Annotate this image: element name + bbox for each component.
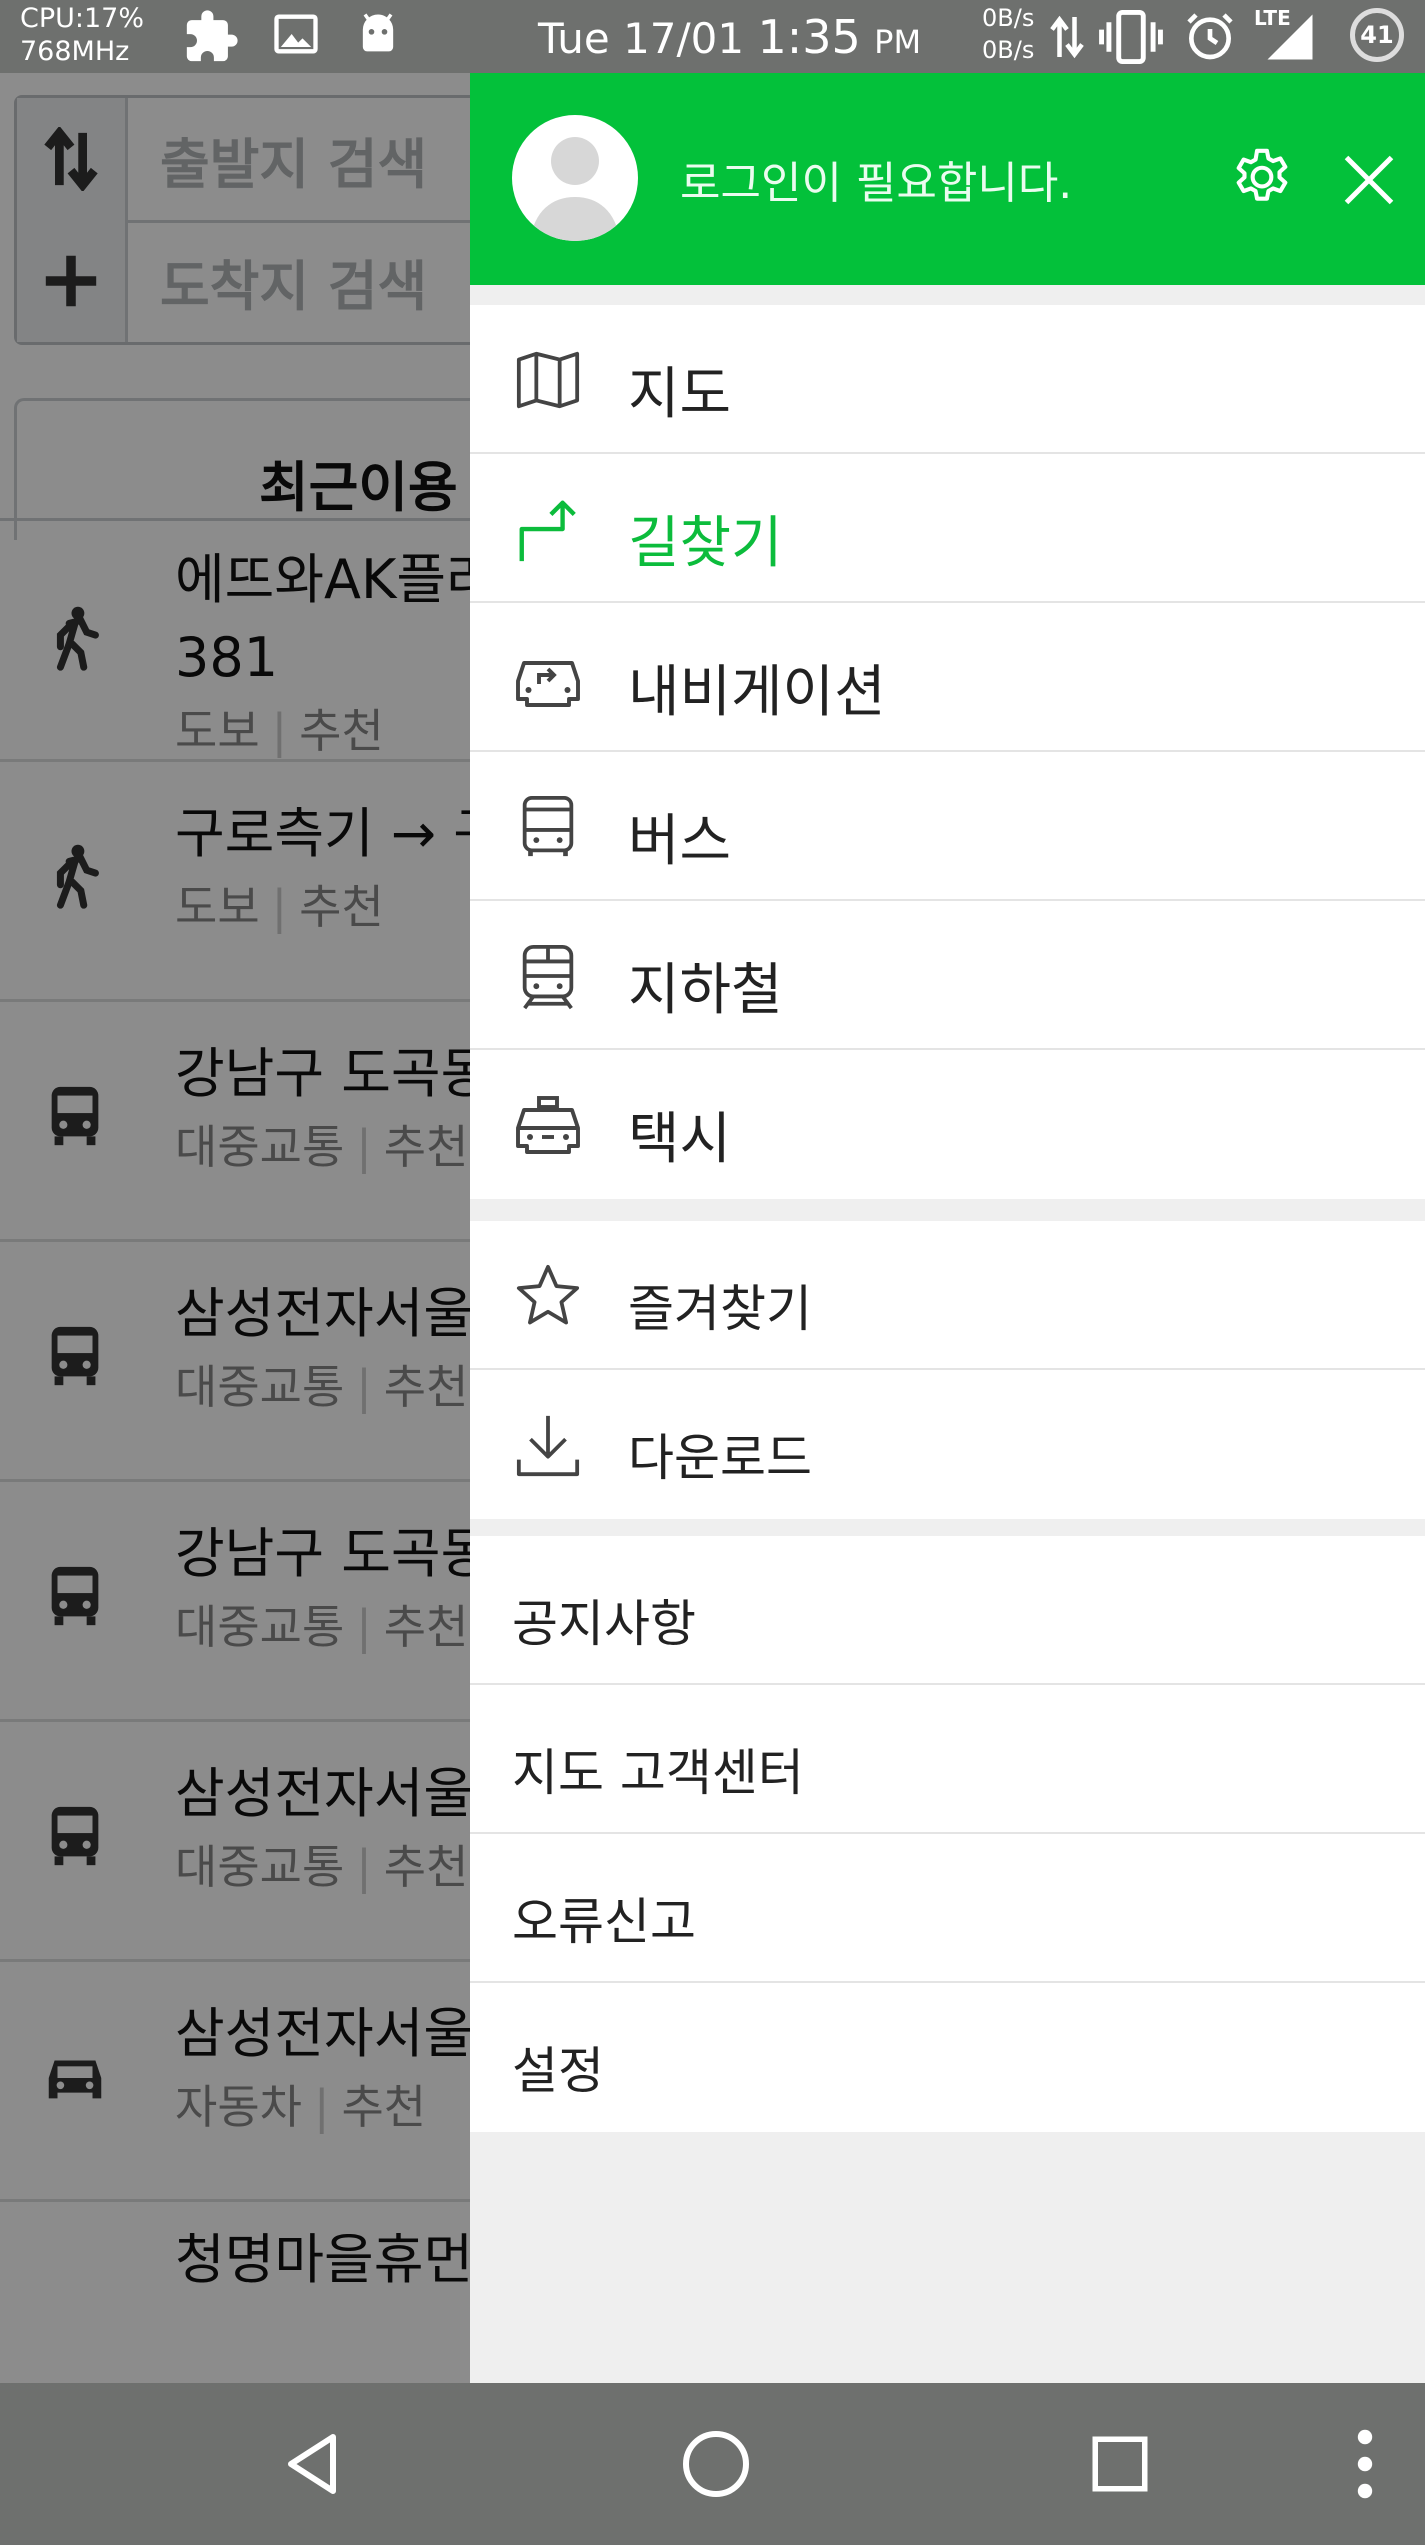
cpu-frequency: 768MHz: [20, 36, 130, 67]
directions-icon: [519, 500, 576, 562]
network-speed: 0B/s 0B/s: [982, 4, 1035, 64]
cpu-usage: CPU:17%: [20, 3, 145, 34]
android-icon: [362, 13, 394, 52]
avatar[interactable]: [512, 115, 638, 241]
subway-icon: [522, 944, 574, 1010]
data-transfer-icon: [1050, 15, 1084, 59]
bus-icon: [522, 795, 574, 857]
menu-item-customer-center[interactable]: 지도 고객센터: [470, 1685, 1425, 1834]
drawer-scrim[interactable]: [0, 73, 470, 2383]
home-circle-icon: [683, 2431, 749, 2497]
menu-secondary: 즐겨찾기 다운로드: [470, 1221, 1425, 1519]
alarm-icon: [1187, 13, 1233, 60]
menu-item-bus[interactable]: 버스: [470, 752, 1425, 901]
menu-item-navigation[interactable]: 내비게이션: [470, 603, 1425, 752]
navigation-drawer: 로그인이 필요합니다. 지도 길찾기 내비게이션 버스 지하철 택시 즐겨찾기 …: [470, 73, 1425, 2383]
menu-item-notice[interactable]: 공지사항: [470, 1536, 1425, 1685]
menu-item-settings[interactable]: 설정: [470, 1983, 1425, 2132]
menu-support: 공지사항 지도 고객센터 오류신고 설정: [470, 1536, 1425, 2132]
menu-item-favorites[interactable]: 즐겨찾기: [470, 1221, 1425, 1370]
overflow-menu-button[interactable]: [1320, 2418, 1410, 2510]
home-button[interactable]: [670, 2418, 762, 2510]
menu-item-directions[interactable]: 길찾기: [470, 454, 1425, 603]
cpu-monitor: CPU:17% 768MHz: [20, 2, 144, 68]
more-vertical-icon: [1357, 2429, 1373, 2499]
close-button[interactable]: [1332, 143, 1406, 217]
menu-item-subway[interactable]: 지하철: [470, 901, 1425, 1050]
menu-item-map[interactable]: 지도: [470, 305, 1425, 454]
vibrate-icon: [1099, 10, 1163, 64]
close-icon: [1344, 155, 1394, 205]
clock: Tue 17/01 1:35 PM: [538, 10, 922, 64]
download-icon: [516, 1415, 580, 1477]
taxi-icon: [516, 1096, 580, 1154]
back-triangle-icon: [288, 2434, 336, 2494]
settings-button[interactable]: [1225, 143, 1299, 217]
signal-icon: [1267, 14, 1313, 60]
navigation-car-icon: [516, 661, 580, 707]
menu-item-report-error[interactable]: 오류신고: [470, 1834, 1425, 1983]
login-prompt[interactable]: 로그인이 필요합니다.: [680, 147, 1072, 211]
default-avatar-icon: [530, 137, 620, 241]
drawer-header: 로그인이 필요합니다.: [470, 73, 1425, 285]
back-button[interactable]: [266, 2418, 358, 2510]
status-bar: CPU:17% 768MHz Tue 17/01 1:35 PM 0B/s 0B…: [0, 0, 1425, 73]
star-icon: [516, 1264, 580, 1325]
menu-item-download[interactable]: 다운로드: [470, 1370, 1425, 1519]
recents-square-icon: [1092, 2436, 1148, 2492]
recents-button[interactable]: [1074, 2418, 1166, 2510]
menu-main: 지도 길찾기 내비게이션 버스 지하철 택시: [470, 305, 1425, 1199]
puzzle-icon: [186, 10, 238, 62]
system-navigation-bar: [0, 2383, 1425, 2545]
gear-icon: [1236, 148, 1288, 201]
menu-item-taxi[interactable]: 택시: [470, 1050, 1425, 1199]
image-icon: [274, 14, 318, 54]
battery-indicator: 41: [1350, 8, 1404, 62]
map-icon: [516, 351, 580, 409]
